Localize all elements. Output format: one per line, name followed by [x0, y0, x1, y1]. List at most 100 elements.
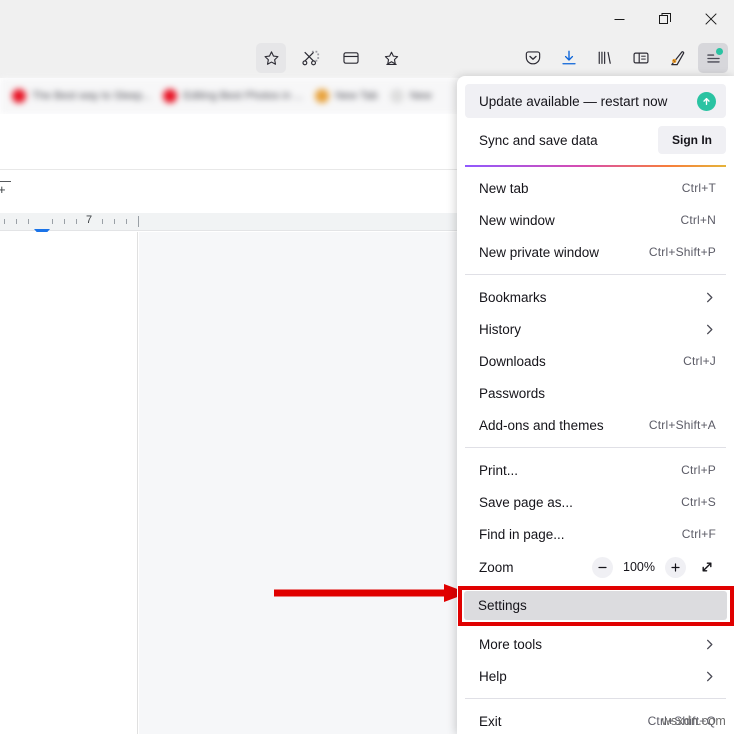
close-icon[interactable] [688, 0, 734, 38]
menu-item-find-in-page[interactable]: Find in page... Ctrl+F [465, 518, 726, 550]
menu-item-shortcut: Ctrl+Shift+A [648, 418, 716, 432]
sign-in-button[interactable]: Sign In [658, 126, 726, 154]
update-banner-label: Update available — restart now [479, 93, 668, 109]
chevron-right-icon [703, 323, 716, 336]
menu-item-label: History [479, 321, 522, 337]
menu-item-label: Exit [479, 713, 502, 729]
menu-item-label: Help [479, 668, 507, 684]
menu-item-label: New window [479, 212, 555, 228]
extension-icon[interactable] [662, 43, 692, 73]
menu-item-save-page-as[interactable]: Save page as... Ctrl+S [465, 486, 726, 518]
menu-item-shortcut: Ctrl+S [681, 495, 716, 509]
menu-divider [465, 274, 726, 275]
document-page-right [139, 232, 460, 734]
annotation-arrow-icon [274, 584, 468, 602]
menu-item-shortcut: Ctrl+J [683, 354, 716, 368]
gradient-divider [465, 165, 726, 167]
document-toolbar [0, 114, 460, 170]
tab-title: New Tab [335, 90, 378, 102]
menu-item-new-window[interactable]: New window Ctrl+N [465, 204, 726, 236]
pocket-icon[interactable] [518, 43, 548, 73]
bookmark-star-icon[interactable] [256, 43, 286, 73]
menu-item-shortcut: Ctrl+F [681, 527, 716, 541]
menu-item-label: Find in page... [479, 526, 565, 542]
menu-item-addons-and-themes[interactable]: Add-ons and themes Ctrl+Shift+A [465, 409, 726, 441]
menu-item-label: Downloads [479, 353, 546, 369]
settings-slot: Settings [457, 586, 734, 626]
zoom-in-button[interactable] [665, 556, 686, 578]
document-page-left [0, 232, 138, 734]
tab-item[interactable]: The Best way to Sleep... [12, 89, 151, 103]
menu-item-label: Add-ons and themes [479, 417, 604, 433]
sync-label: Sync and save data [479, 132, 598, 148]
browser-window: The Best way to Sleep... Editing Best Ph… [0, 0, 734, 734]
tab-strip: The Best way to Sleep... Editing Best Ph… [0, 78, 460, 114]
window-controls [596, 0, 734, 38]
ruler-label: 7 [86, 214, 93, 226]
update-available-banner[interactable]: Update available — restart now [465, 84, 726, 118]
menu-item-label: New private window [479, 244, 600, 260]
chevron-right-icon [703, 291, 716, 304]
document-toolbar-overflow-icon[interactable]: ―+ [0, 174, 11, 196]
zoom-out-button[interactable] [592, 556, 613, 578]
favicon-icon [163, 89, 178, 103]
zoom-label: Zoom [479, 559, 514, 575]
save-to-pocket-star-icon[interactable] [376, 43, 406, 73]
sync-and-save-row[interactable]: Sync and save data Sign In [465, 122, 726, 158]
menu-item-label: More tools [479, 636, 543, 652]
watermark: wsxdn.com [661, 714, 726, 728]
menu-item-label: Print... [479, 462, 519, 478]
app-menu-panel: Update available — restart now Sync and … [457, 76, 734, 734]
tab-item[interactable]: New Tab [315, 89, 378, 103]
tab-item[interactable]: Editing Best Photos in ... [163, 89, 303, 103]
expand-diagonal-icon[interactable] [695, 556, 718, 579]
zoom-controls: 100% [592, 556, 718, 579]
menu-item-label: Passwords [479, 385, 546, 401]
menu-item-downloads[interactable]: Downloads Ctrl+J [465, 345, 726, 377]
tab-title: Editing Best Photos in ... [183, 90, 304, 102]
toolbar-left-group [256, 38, 406, 78]
update-badge-dot [716, 48, 723, 55]
menu-item-print[interactable]: Print... Ctrl+P [465, 454, 726, 486]
menu-item-help[interactable]: Help [465, 660, 726, 692]
library-icon[interactable] [590, 43, 620, 73]
menu-item-label: New tab [479, 180, 529, 196]
navigation-toolbar [0, 38, 734, 78]
menu-divider [465, 698, 726, 699]
tab-item[interactable]: New [389, 89, 432, 103]
menu-item-label: Bookmarks [479, 289, 547, 305]
menu-divider [465, 447, 726, 448]
menu-item-zoom: Zoom 100% [465, 550, 726, 584]
reader-card-icon[interactable] [336, 43, 366, 73]
menu-item-shortcut: Ctrl+P [681, 463, 716, 477]
page-content: ―+ 7 [0, 114, 460, 734]
zoom-level-value[interactable]: 100% [622, 560, 656, 574]
menu-item-new-private-window[interactable]: New private window Ctrl+Shift+P [465, 236, 726, 268]
screenshot-scissors-icon[interactable] [296, 43, 326, 73]
favicon-icon [389, 89, 404, 103]
chevron-right-icon [703, 670, 716, 683]
title-bar [0, 0, 734, 38]
menu-item-more-tools[interactable]: More tools [465, 628, 726, 660]
menu-item-passwords[interactable]: Passwords [465, 377, 726, 409]
menu-item-shortcut: Ctrl+Shift+P [648, 245, 716, 259]
menu-item-new-tab[interactable]: New tab Ctrl+T [465, 172, 726, 204]
menu-item-bookmarks[interactable]: Bookmarks [465, 281, 726, 313]
app-menu-icon[interactable] [698, 43, 728, 73]
toolbar-right-group [518, 38, 728, 78]
chevron-right-icon [703, 638, 716, 651]
settings-highlight-box [458, 586, 734, 626]
tab-title: New [409, 90, 432, 102]
minimize-icon[interactable] [596, 0, 642, 38]
restore-icon[interactable] [642, 0, 688, 38]
document-ruler: 7 [0, 213, 460, 231]
menu-item-label: Save page as... [479, 494, 573, 510]
favicon-icon [315, 89, 330, 103]
menu-item-shortcut: Ctrl+T [681, 181, 716, 195]
sidebar-icon[interactable] [626, 43, 656, 73]
downloads-icon[interactable] [554, 43, 584, 73]
menu-item-shortcut: Ctrl+N [680, 213, 716, 227]
favicon-icon [12, 89, 26, 103]
menu-item-history[interactable]: History [465, 313, 726, 345]
update-arrow-up-icon [697, 91, 716, 111]
